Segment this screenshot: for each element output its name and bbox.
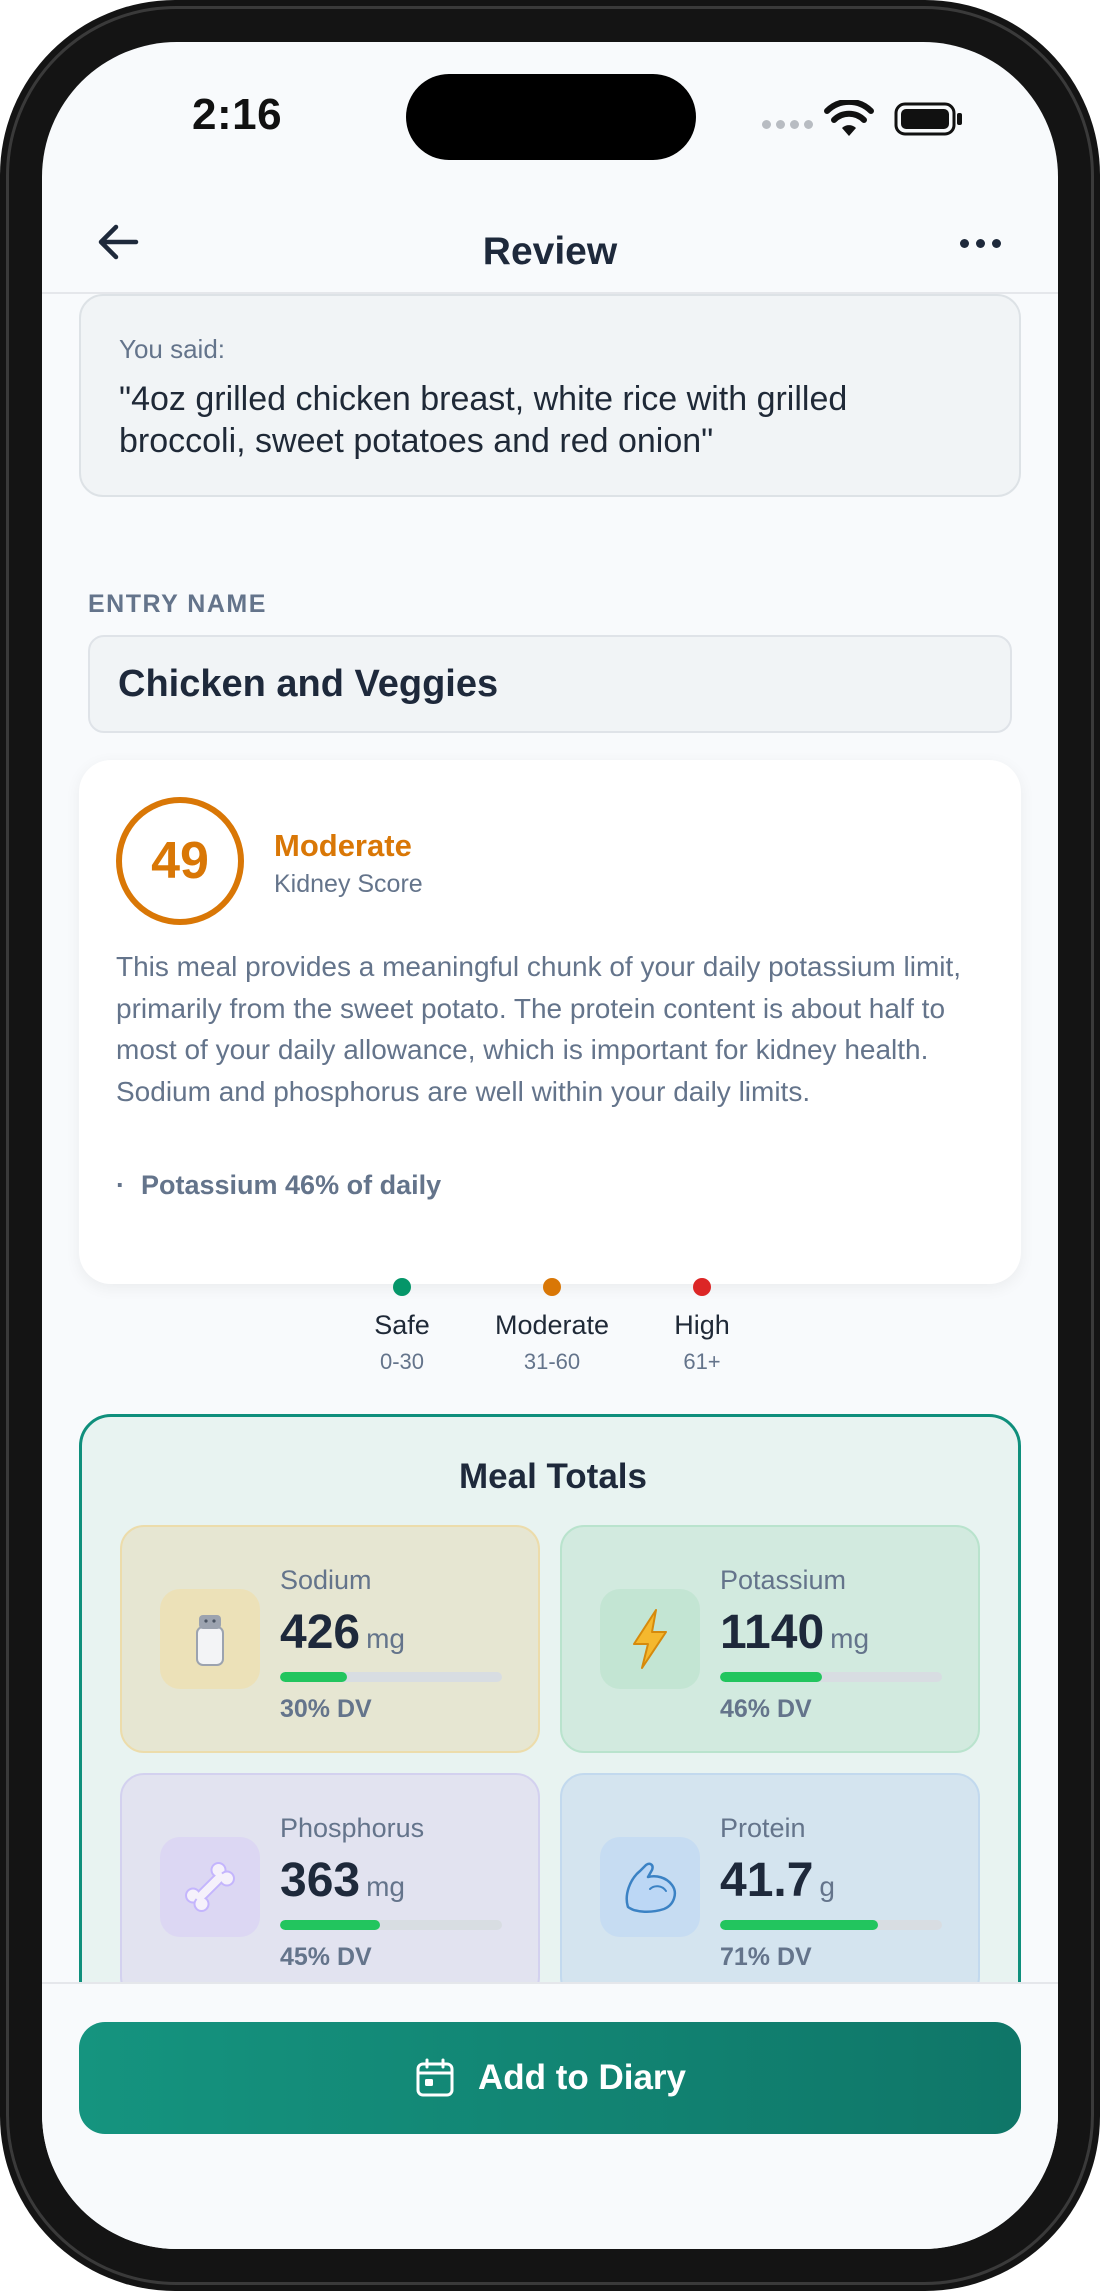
score-bullet-text: Potassium 46% of daily xyxy=(141,1170,442,1200)
nutrient-name: Protein xyxy=(720,1813,806,1843)
dv-progress-bar xyxy=(720,1672,942,1682)
legend-label: Moderate xyxy=(494,1310,610,1340)
legend-range: 61+ xyxy=(683,1349,721,1374)
score-level: Moderate xyxy=(274,828,412,863)
salt-shaker-icon xyxy=(160,1589,260,1689)
dv-progress-bar xyxy=(720,1920,942,1930)
lightning-icon xyxy=(600,1589,700,1689)
dv-progress-fill xyxy=(280,1920,380,1930)
nutrient-card-protein: Protein 41.7 g 71% DV xyxy=(560,1773,980,2001)
dv-progress-fill xyxy=(720,1672,823,1682)
legend-dot xyxy=(693,1278,711,1296)
legend-dot xyxy=(543,1278,561,1296)
more-dot xyxy=(959,238,969,248)
score-bullet: · Potassium 46% of daily xyxy=(116,1170,441,1201)
nutrient-value: 426 mg xyxy=(280,1605,405,1660)
entry-name-label: ENTRY NAME xyxy=(88,590,267,618)
score-description: This meal provides a meaningful chunk of… xyxy=(116,951,962,1107)
nutrient-unit: mg xyxy=(830,1623,870,1654)
page-title: Review xyxy=(482,230,618,273)
nutrient-amount: 41.7 xyxy=(720,1854,814,1907)
nutrient-card-sodium: Sodium 426 mg 30% DV xyxy=(120,1525,540,1753)
more-options-button[interactable] xyxy=(950,218,1010,268)
legend-dot xyxy=(393,1278,411,1296)
meal-totals-title: Meal Totals xyxy=(458,1457,647,1496)
nutrient-dv: 71% DV xyxy=(720,1943,812,1971)
dynamic-island xyxy=(406,74,696,160)
nutrient-name: Phosphorus xyxy=(280,1813,425,1843)
transcript-card: You said: "4oz grilled chicken breast, w… xyxy=(79,294,1021,497)
calendar-icon xyxy=(416,2058,454,2097)
dv-progress-bar xyxy=(280,1672,502,1682)
score-subtitle: Kidney Score xyxy=(274,870,423,898)
phone-frame: 2:16 Review You said: "4oz grilled chick… xyxy=(0,0,1100,2291)
nutrient-amount: 426 xyxy=(280,1606,361,1659)
dv-progress-fill xyxy=(280,1672,347,1682)
meal-totals-card: Meal Totals Sodium 426 mg 30% DV Potassi… xyxy=(79,1414,1021,2054)
wifi-icon xyxy=(824,100,874,136)
nutrient-dv: 30% DV xyxy=(280,1695,372,1723)
bone-icon xyxy=(160,1837,260,1937)
dv-progress-bar xyxy=(280,1920,502,1930)
nutrient-unit: mg xyxy=(366,1623,405,1654)
status-time: 2:16 xyxy=(192,90,283,139)
nutrient-value: 1140 mg xyxy=(720,1605,869,1660)
more-dot xyxy=(975,238,985,248)
nutrient-name: Sodium xyxy=(280,1565,372,1595)
entry-name-input[interactable] xyxy=(88,635,1012,733)
legend-range: 0-30 xyxy=(379,1349,425,1374)
transcript-text: "4oz grilled chicken breast, white rice … xyxy=(119,380,848,460)
legend-range: 31-60 xyxy=(523,1349,581,1374)
screen: 2:16 Review You said: "4oz grilled chick… xyxy=(42,42,1058,2249)
legend-high: High 61+ xyxy=(622,1278,782,1375)
flexed-bicep-icon xyxy=(600,1837,700,1937)
legend-label: High xyxy=(674,1310,730,1340)
dv-progress-fill xyxy=(720,1920,878,1930)
nutrient-dv: 45% DV xyxy=(280,1943,372,1971)
nutrient-dv: 46% DV xyxy=(720,1695,812,1723)
nutrient-amount: 1140 xyxy=(720,1606,825,1659)
bottom-action-bar: Add to Diary xyxy=(42,1982,1058,2249)
score-ring: 49 xyxy=(116,797,244,925)
nutrient-unit: g xyxy=(819,1871,835,1902)
battery-icon xyxy=(894,102,962,136)
nutrient-name: Potassium xyxy=(720,1565,847,1595)
bullet-dot: · xyxy=(116,1170,125,1200)
nav-header: Review xyxy=(42,182,1058,294)
nutrient-value: 363 mg xyxy=(280,1853,405,1908)
kidney-score-card: 49 Moderate Kidney Score This meal provi… xyxy=(79,760,1021,1284)
legend-label: Safe xyxy=(374,1310,430,1340)
cellular-signal-icon xyxy=(762,120,813,129)
nutrient-unit: mg xyxy=(366,1871,405,1902)
nutrient-value: 41.7 g xyxy=(720,1853,835,1908)
transcript-label: You said: xyxy=(119,334,226,364)
add-to-diary-label: Add to Diary xyxy=(477,2058,687,2097)
legend-safe: Safe 0-30 xyxy=(322,1278,482,1375)
add-to-diary-button[interactable]: Add to Diary xyxy=(79,2022,1021,2134)
nutrient-card-potassium: Potassium 1140 mg 46% DV xyxy=(560,1525,980,1753)
more-dot xyxy=(991,238,1001,248)
legend-moderate: Moderate 31-60 xyxy=(472,1278,632,1375)
nutrient-amount: 363 xyxy=(280,1854,361,1907)
nutrient-card-phosphorus: Phosphorus 363 mg 45% DV xyxy=(120,1773,540,2001)
